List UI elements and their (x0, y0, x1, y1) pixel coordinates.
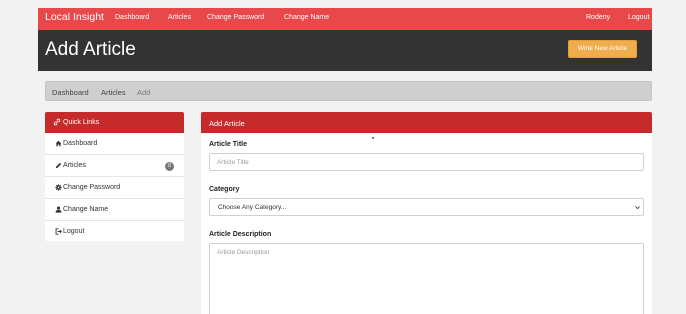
nav-logout-link[interactable]: Logout (628, 14, 649, 21)
sidebar-item-label: Change Name (63, 206, 109, 213)
add-article-panel-header: Add Article (201, 112, 652, 133)
quick-links-header: Quick Links (45, 112, 184, 133)
article-title-label: Article Title (209, 141, 247, 148)
category-selected-value: Choose Any Category... (218, 204, 287, 211)
user-icon (55, 206, 62, 213)
sidebar-item-label: Dashboard (63, 140, 98, 147)
sidebar-item-logout[interactable]: Logout (45, 221, 184, 243)
page-title: Add Article (45, 39, 136, 60)
quick-links-sidebar: Quick Links Dashboard Articles 0 Change … (45, 112, 184, 241)
article-description-textarea[interactable] (209, 243, 644, 314)
nav-link-dashboard[interactable]: Dashboard (115, 14, 149, 21)
nav-link-change-password[interactable]: Change Password (207, 14, 264, 21)
breadcrumb-dashboard[interactable]: Dashboard (52, 88, 89, 97)
sidebar-item-change-password[interactable]: Change Password (45, 177, 184, 199)
breadcrumb-add: Add (137, 88, 151, 97)
logout-icon (55, 228, 62, 235)
article-description-label: Article Description (209, 231, 272, 238)
write-new-article-button[interactable]: Write New Article (568, 40, 637, 58)
article-title-input[interactable] (209, 153, 644, 171)
panel-title: Add Article (209, 118, 245, 128)
quick-links-title: Quick Links (63, 118, 100, 126)
sidebar-item-articles[interactable]: Articles 0 (45, 155, 184, 177)
sidebar-item-dashboard[interactable]: Dashboard (45, 133, 184, 155)
sidebar-item-label: Articles (63, 162, 86, 169)
sidebar-item-label: Change Password (63, 184, 121, 191)
brand-link[interactable]: Local Insight (45, 11, 104, 23)
gear-icon (55, 184, 62, 191)
category-select[interactable]: Choose Any Category... (209, 198, 644, 216)
link-icon (53, 118, 61, 126)
articles-count-badge: 0 (165, 162, 174, 171)
top-navbar: Local Insight Dashboard Articles Change … (38, 8, 652, 30)
cursor-dot (372, 137, 374, 139)
breadcrumb-articles[interactable]: Articles (101, 88, 126, 97)
sidebar-item-label: Logout (63, 228, 85, 235)
home-icon (55, 140, 62, 147)
nav-user-link[interactable]: Rodeny (586, 14, 610, 21)
breadcrumb: Dashboard Articles Add (45, 81, 652, 101)
chevron-down-icon (635, 206, 640, 210)
nav-link-change-name[interactable]: Change Name (284, 14, 329, 21)
pencil-icon (55, 162, 62, 169)
page-header: Add Article Write New Article (38, 30, 652, 71)
category-label: Category (209, 186, 240, 193)
sidebar-item-change-name[interactable]: Change Name (45, 199, 184, 221)
nav-link-articles[interactable]: Articles (168, 14, 191, 21)
